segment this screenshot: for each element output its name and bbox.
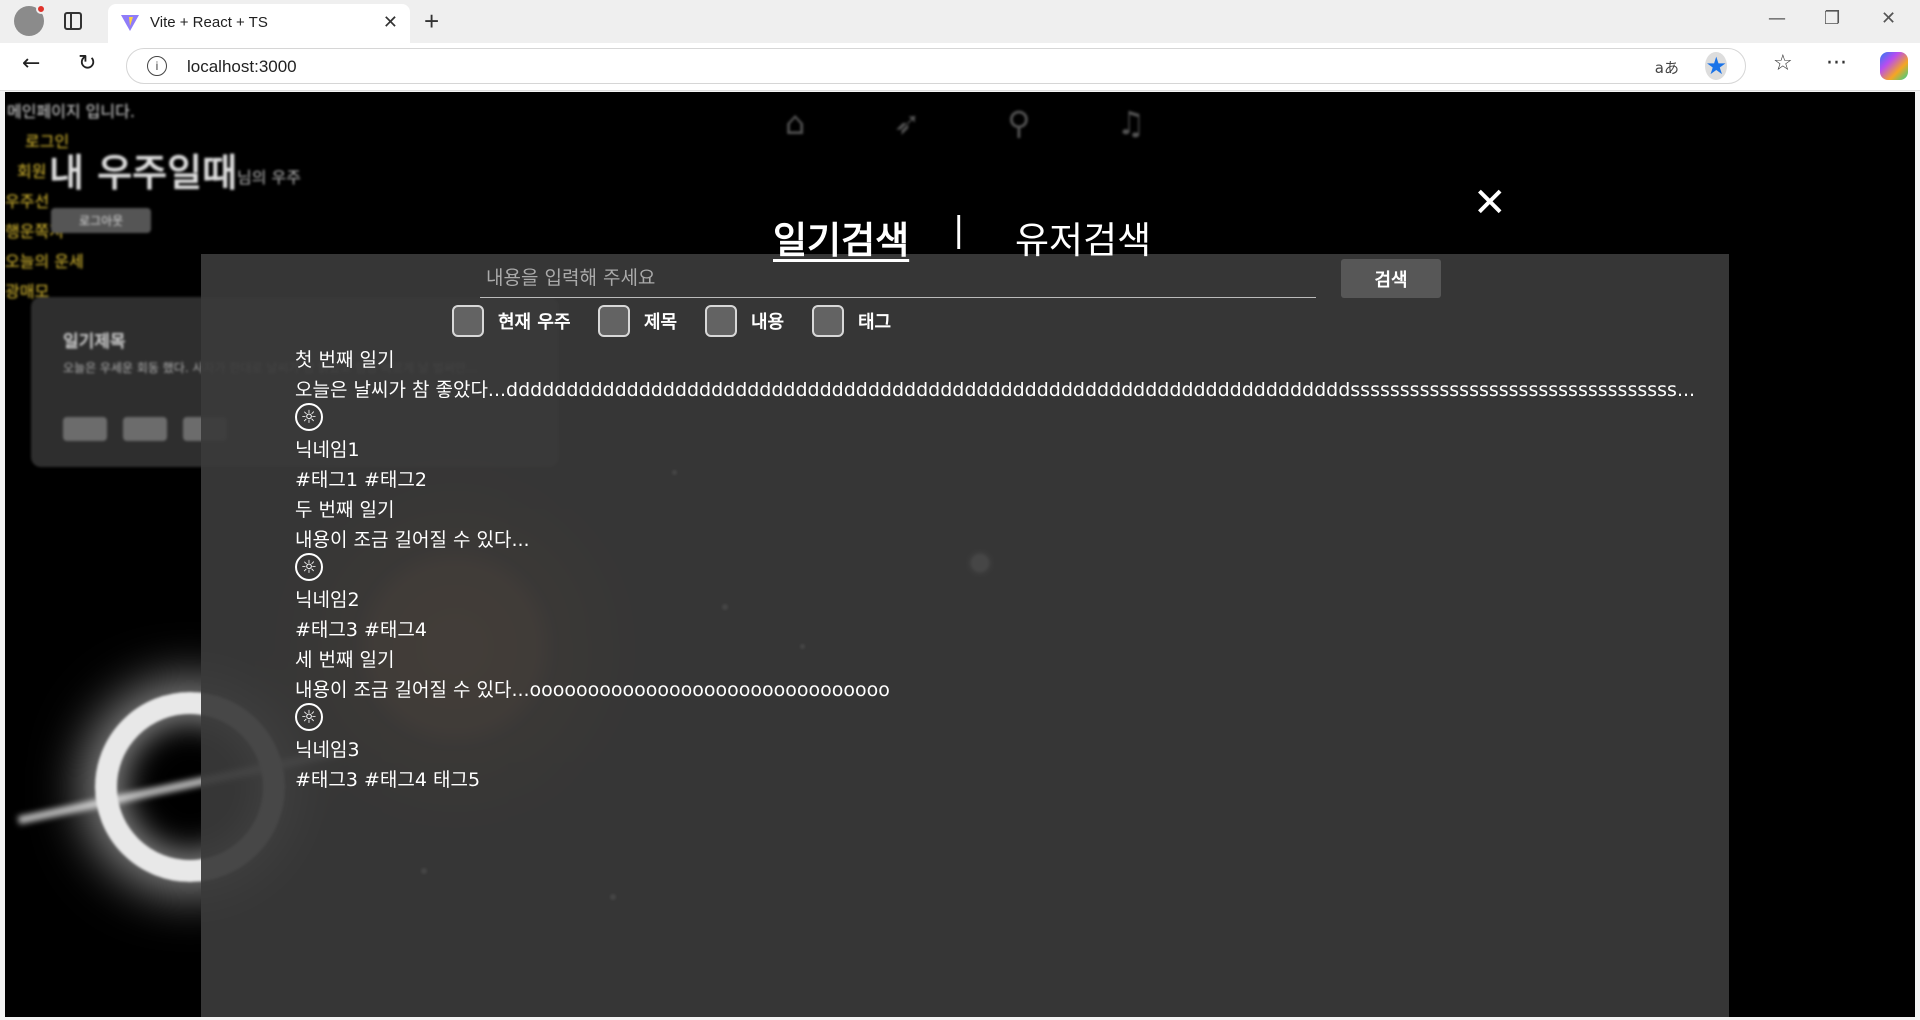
checkbox-label: 내용 (751, 311, 785, 333)
bg-card-button (63, 417, 107, 441)
browser-tab-bar: Vite + React + TS ✕ + — ❐ ✕ (0, 0, 1920, 43)
result-title[interactable]: 첫 번째 일기 (295, 345, 394, 372)
sun-icon: ☼ (295, 403, 323, 431)
result-nickname[interactable]: 닉네임3 (295, 735, 360, 762)
copilot-icon[interactable] (1880, 52, 1908, 80)
new-tab-icon[interactable]: + (424, 6, 439, 37)
browser-tab[interactable]: Vite + React + TS ✕ (108, 4, 410, 43)
checkbox-label: 태그 (858, 311, 892, 333)
search-modal (201, 254, 1729, 1017)
restore-icon[interactable]: ❐ (1824, 8, 1840, 29)
sun-icon: ☼ (295, 703, 323, 731)
checkbox-label: 현재 우주 (498, 311, 571, 333)
more-menu-icon[interactable]: ··· (1826, 51, 1847, 76)
result-content[interactable]: 내용이 조금 길어질 수 있다...oooooooooooooooooooooo… (295, 675, 890, 702)
search-icon: ⚲ (1007, 104, 1031, 142)
minimize-icon[interactable]: — (1768, 8, 1786, 29)
bg-menu-item: 우주선 (5, 192, 50, 211)
back-icon[interactable]: ← (22, 51, 40, 76)
tab-close-icon[interactable]: ✕ (383, 12, 398, 33)
checkbox[interactable] (598, 304, 630, 337)
bg-menu-item: 오늘의 운세 (5, 252, 84, 271)
bg-subtitle: 님의 우주 (237, 168, 301, 187)
checkbox[interactable] (705, 304, 737, 337)
tab-title: Vite + React + TS (150, 14, 268, 31)
bg-card-button (123, 417, 167, 441)
bg-page-title: 내 우주일때 (49, 151, 238, 195)
result-title[interactable]: 두 번째 일기 (295, 495, 394, 522)
result-nickname[interactable]: 닉네임2 (295, 585, 360, 612)
address-bar[interactable]: i localhost:3000 aあ ★ (126, 48, 1746, 84)
site-info-icon[interactable]: i (147, 56, 167, 76)
reload-icon[interactable]: ↻ (78, 51, 96, 76)
vite-logo-icon (121, 15, 139, 31)
result-content[interactable]: 오늘은 날씨가 참 좋았다...dddddddddddddddddddddddd… (295, 375, 1695, 402)
home-icon: ⌂ (784, 104, 806, 142)
browser-nav-bar: ← ↻ i localhost:3000 aあ ★ ☆ ··· (0, 43, 1920, 91)
profile-avatar[interactable] (14, 4, 46, 36)
result-tags: #태그1 #태그2 (295, 469, 427, 491)
tab-user-search[interactable]: 유저검색 (1015, 210, 1151, 264)
modal-close-icon[interactable]: ✕ (1473, 183, 1507, 223)
result-title[interactable]: 세 번째 일기 (295, 645, 394, 672)
result-nickname[interactable]: 닉네임1 (295, 435, 360, 462)
result-tags: #태그3 #태그4 태그5 (295, 769, 481, 791)
rocket-icon: ➶ (893, 104, 921, 142)
tab-actions-icon[interactable] (64, 12, 82, 30)
window-close-icon[interactable]: ✕ (1881, 8, 1896, 29)
filter-title[interactable]: 제목 (598, 304, 677, 337)
checkbox[interactable] (452, 304, 484, 337)
search-input[interactable] (480, 258, 1316, 298)
bg-menu-item: 회원 (17, 162, 47, 181)
bg-card-title: 일기제목 (63, 332, 126, 352)
sun-icon: ☼ (295, 553, 323, 581)
translate-icon[interactable]: aあ (1655, 57, 1679, 78)
filter-content[interactable]: 내용 (705, 304, 784, 337)
tab-separator: | (953, 210, 965, 250)
bg-logout-button: 로그아웃 (51, 208, 152, 233)
bell-icon: ♫ (1116, 104, 1146, 142)
checkbox-label: 제목 (644, 311, 678, 333)
bg-notice: 메인페이지 입니다. (7, 102, 135, 121)
result-tags: #태그3 #태그4 (295, 619, 427, 641)
filter-current-universe[interactable]: 현재 우주 (452, 304, 571, 337)
tab-diary-search[interactable]: 일기검색 (773, 210, 909, 264)
favorites-icon[interactable]: ☆ (1773, 51, 1793, 76)
url-text: localhost:3000 (187, 57, 297, 76)
result-content[interactable]: 내용이 조금 길어질 수 있다... (295, 525, 530, 552)
filter-tag[interactable]: 태그 (812, 304, 891, 337)
search-button[interactable]: 검색 (1341, 259, 1441, 298)
checkbox[interactable] (812, 304, 844, 337)
favorite-star-icon[interactable]: ★ (1705, 52, 1727, 80)
notification-dot (36, 4, 46, 14)
